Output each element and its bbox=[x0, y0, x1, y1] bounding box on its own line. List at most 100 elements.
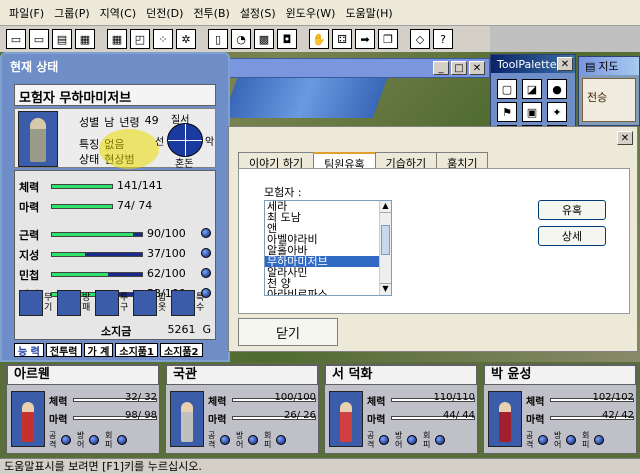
stat-label: 체력 bbox=[19, 181, 40, 194]
stats-panel: 체력 141/141 마력 74/ 74 근력 90/100 지성 37/100 민첩 62/10… bbox=[14, 170, 216, 340]
equip-slot[interactable]: 갑옷 bbox=[133, 289, 169, 317]
tile-icon[interactable]: ▦ bbox=[107, 29, 127, 49]
list-item[interactable]: 최 도남 bbox=[265, 212, 391, 223]
copy-icon[interactable]: ❐ bbox=[378, 29, 398, 49]
status-tab-3[interactable]: 소지품1 bbox=[115, 343, 158, 358]
tool-magic-icon[interactable]: ✦ bbox=[547, 102, 567, 122]
hand-icon[interactable]: ✋ bbox=[309, 29, 329, 49]
toolbar: ▭ ▭ ▤ ▦ ▦ ◰ ⁘ ✲ ▯ ◔ ▩ ◘ ✋ ⚃ ➡ ❐ ◇? bbox=[0, 26, 490, 52]
tool-flag-icon[interactable]: ⚑ bbox=[497, 102, 517, 122]
mp-value: 98/ 98 bbox=[125, 410, 157, 421]
status-tab-2[interactable]: 가 계 bbox=[83, 343, 114, 358]
status-window-title: 현재 상태 bbox=[10, 60, 59, 74]
alignment-orb bbox=[167, 123, 203, 157]
attack-orb-icon bbox=[220, 435, 230, 445]
close-icon[interactable]: ✕ bbox=[469, 61, 485, 75]
menu-item-4[interactable]: 전투(B) bbox=[188, 5, 234, 21]
minimap-title: 지도 bbox=[598, 60, 619, 73]
window-icon[interactable]: ▭ bbox=[29, 29, 49, 49]
defense-label: 방어 bbox=[77, 431, 85, 449]
attack-orb-icon bbox=[538, 435, 548, 445]
stat-row: 체력 141/141 bbox=[19, 179, 213, 194]
defense-orb-icon bbox=[248, 435, 258, 445]
gender-label: 성별 bbox=[79, 116, 100, 129]
scroll-down-icon[interactable]: ▼ bbox=[380, 283, 391, 295]
minimap-view[interactable]: 전승 bbox=[582, 78, 636, 122]
pattern-icon[interactable]: ⁘ bbox=[153, 29, 173, 49]
attack-orb-icon bbox=[379, 435, 389, 445]
shape-icon[interactable]: ◰ bbox=[130, 29, 150, 49]
map-icon: ▤ bbox=[585, 59, 596, 73]
gear-icon[interactable]: ✲ bbox=[176, 29, 196, 49]
hp-row: 체력 100/100 bbox=[208, 392, 316, 408]
tool-bag-icon[interactable]: ● bbox=[547, 79, 567, 99]
background-window: _ □ ✕ bbox=[226, 58, 490, 78]
menu-item-6[interactable]: 윈도우(W) bbox=[281, 5, 341, 21]
tool-map-icon[interactable]: ◪ bbox=[522, 79, 542, 99]
age-value: 49 bbox=[144, 114, 159, 127]
stat-row: 마력 74/ 74 bbox=[19, 199, 213, 214]
menu-item-2[interactable]: 지역(C) bbox=[95, 5, 142, 21]
combat-row: 공격 방어 회피 bbox=[367, 431, 445, 449]
tile-icon[interactable]: ▦ bbox=[75, 29, 95, 49]
menu-item-5[interactable]: 설정(S) bbox=[235, 5, 281, 21]
adventurer-listbox[interactable]: ▲ ▼ 세라 최 도남 앤 아벨야라비 알홀아바 무하마미저브 알라사민 천 양 아라비르파스 bbox=[264, 200, 392, 296]
menu-item-3[interactable]: 던전(D) bbox=[141, 5, 188, 21]
maximize-icon[interactable]: □ bbox=[451, 61, 467, 75]
detail-button[interactable]: 상세 bbox=[538, 226, 606, 246]
party-member-card[interactable]: 박 윤성 체력 102/102 마력 42/ 42 공격 방어 회피 bbox=[483, 364, 637, 454]
status-tab-4[interactable]: 소지품2 bbox=[159, 343, 203, 358]
mp-label: 마력 bbox=[49, 415, 68, 426]
eraser-icon[interactable]: ◇ bbox=[410, 29, 430, 49]
equip-slot[interactable]: 특수 bbox=[171, 289, 207, 317]
stat-bar bbox=[51, 232, 143, 237]
seduce-button[interactable]: 유혹 bbox=[538, 200, 606, 220]
window-icon[interactable]: ▭ bbox=[6, 29, 26, 49]
equip-slot[interactable]: 투구 bbox=[95, 289, 131, 317]
tool-page-icon[interactable]: ▢ bbox=[497, 79, 517, 99]
tool-palette-titlebar[interactable]: ToolPalette ✕ bbox=[491, 55, 575, 73]
close-icon[interactable]: ✕ bbox=[617, 131, 633, 145]
scroll-thumb[interactable] bbox=[381, 225, 390, 255]
equip-slot[interactable]: 방패 bbox=[57, 289, 93, 317]
bucket-icon[interactable]: ◘ bbox=[277, 29, 297, 49]
grid-icon[interactable]: ▩ bbox=[254, 29, 274, 49]
party-member-card[interactable]: 아르웬 체력 32/ 32 마력 98/ 98 공격 방어 회피 bbox=[6, 364, 160, 454]
menu-item-7[interactable]: 도움말(H) bbox=[340, 5, 397, 21]
rect-icon[interactable]: ▯ bbox=[208, 29, 228, 49]
stat-label: 지성 bbox=[19, 249, 40, 262]
map-icon[interactable]: ▤ bbox=[52, 29, 72, 49]
status-bar: 도움말표시를 보려면 [F1]키를 누르십시오. bbox=[0, 458, 640, 474]
close-button[interactable]: 닫기 bbox=[238, 318, 338, 346]
equip-label: 무기 bbox=[44, 293, 53, 313]
round-icon[interactable]: ◔ bbox=[231, 29, 251, 49]
minimap-text: 전승 bbox=[587, 91, 608, 104]
minimap-titlebar[interactable]: ▤ 지도 bbox=[579, 57, 639, 75]
scroll-up-icon[interactable]: ▲ bbox=[380, 201, 391, 213]
defense-orb-icon bbox=[407, 435, 417, 445]
status-tab-0[interactable]: 능 력 bbox=[14, 343, 44, 358]
dice-icon[interactable]: ⚃ bbox=[332, 29, 352, 49]
stat-value: 141/141 bbox=[117, 179, 163, 192]
status-tab-1[interactable]: 전투력 bbox=[45, 343, 82, 358]
tool-box-icon[interactable]: ▣ bbox=[522, 102, 542, 122]
listbox-scrollbar[interactable]: ▲ ▼ bbox=[379, 201, 391, 295]
list-item[interactable]: 아라비르파스 bbox=[265, 289, 391, 295]
party-member-card[interactable]: 서 덕화 체력 110/110 마력 44/ 44 공격 방어 회피 bbox=[324, 364, 478, 454]
party-member-card[interactable]: 국관 체력 100/100 마력 26/ 26 공격 방어 회피 bbox=[165, 364, 319, 454]
equip-label: 방패 bbox=[82, 293, 91, 313]
close-icon[interactable]: ✕ bbox=[557, 57, 573, 71]
equip-item-icon bbox=[171, 290, 195, 316]
party-member-figure bbox=[22, 402, 34, 442]
help-icon[interactable]: ? bbox=[433, 29, 453, 49]
minimize-icon[interactable]: _ bbox=[433, 61, 449, 75]
arrow-icon[interactable]: ➡ bbox=[355, 29, 375, 49]
age-label: 년령 bbox=[119, 116, 140, 129]
menu-item-1[interactable]: 그룹(P) bbox=[49, 5, 94, 21]
equip-item-icon bbox=[57, 290, 81, 316]
equip-slot[interactable]: 무기 bbox=[19, 289, 55, 317]
avoid-label: 회피 bbox=[423, 431, 431, 449]
menu-item-0[interactable]: 파일(F) bbox=[4, 5, 49, 21]
gold-value: 5261 bbox=[167, 323, 196, 336]
avoid-label: 회피 bbox=[582, 431, 590, 449]
